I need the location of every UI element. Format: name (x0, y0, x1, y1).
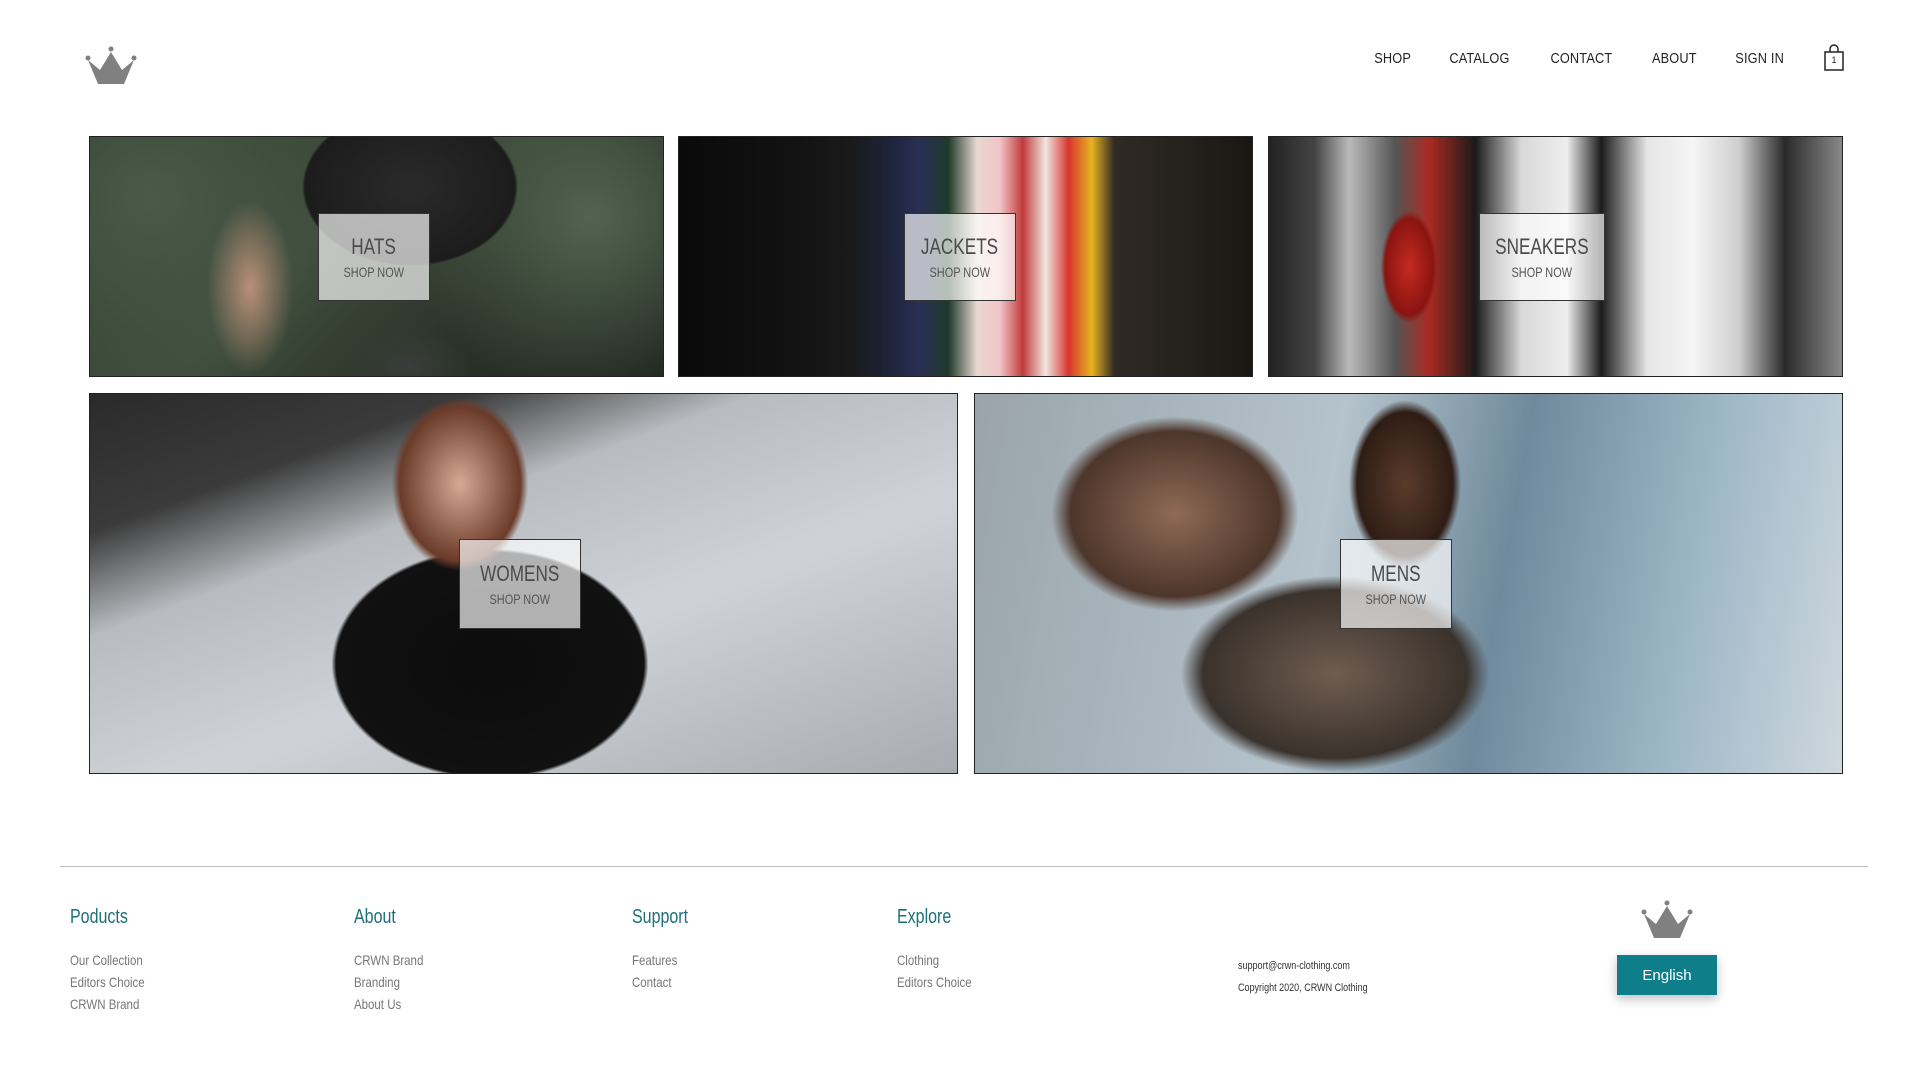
language-button[interactable]: English (1617, 955, 1717, 995)
footer-heading: Support (632, 906, 689, 928)
tile-label-box: WOMENS SHOP NOW (459, 539, 581, 629)
footer-link[interactable]: Our Collection (70, 949, 145, 971)
footer-link[interactable]: Branding (354, 971, 423, 993)
tile-label-box: JACKETS SHOP NOW (904, 213, 1016, 301)
footer-link[interactable]: Clothing (897, 949, 972, 971)
crown-logo-icon[interactable] (84, 44, 138, 88)
footer-link[interactable]: Features (632, 949, 689, 971)
tile-shop-now: SHOP NOW (1511, 264, 1573, 280)
footer-divider (60, 866, 1868, 867)
footer-link[interactable]: Editors Choice (897, 971, 972, 993)
category-tile-mens[interactable]: MENS SHOP NOW (974, 393, 1843, 774)
cart-button[interactable]: 1 (1822, 44, 1846, 72)
copyright-text: Copyright 2020, CRWN Clothing (1238, 982, 1368, 994)
footer-column-explore: Explore Clothing Editors Choice (897, 906, 988, 993)
category-tile-womens[interactable]: WOMENS SHOP NOW (89, 393, 958, 774)
footer-heading: Explore (897, 906, 952, 928)
tile-title: SNEAKERS (1495, 234, 1589, 259)
nav-contact[interactable]: CONTACT (1551, 50, 1613, 67)
tile-label-box: MENS SHOP NOW (1340, 539, 1452, 629)
footer-link[interactable]: CRWN Brand (354, 949, 423, 971)
nav-shop[interactable]: SHOP (1374, 50, 1411, 67)
footer-link[interactable]: About Us (354, 993, 423, 1015)
tile-label-box: SNEAKERS SHOP NOW (1479, 213, 1605, 301)
footer-column-about: About CRWN Brand Branding About Us (354, 906, 439, 1015)
category-tile-hats[interactable]: HATS SHOP NOW (89, 136, 664, 377)
nav-about[interactable]: ABOUT (1652, 50, 1697, 67)
footer-crown-logo-icon (1641, 900, 1693, 938)
footer-column-products: Poducts Our Collection Editors Choice CR… (70, 906, 161, 1015)
cart-count: 1 (1831, 55, 1837, 65)
tile-title: MENS (1371, 561, 1421, 586)
footer-link[interactable]: CRWN Brand (70, 993, 145, 1015)
site-header: SHOP CATALOG CONTACT ABOUT SIGN IN 1 (0, 0, 1920, 110)
category-tile-sneakers[interactable]: SNEAKERS SHOP NOW (1268, 136, 1843, 377)
main-nav: SHOP CATALOG CONTACT ABOUT SIGN IN 1 (1371, 44, 1846, 72)
nav-catalog[interactable]: CATALOG (1450, 50, 1510, 67)
tile-title: JACKETS (921, 234, 999, 259)
tile-shop-now: SHOP NOW (929, 264, 991, 280)
footer-column-support: Support Features Contact (632, 906, 702, 993)
category-tile-jackets[interactable]: JACKETS SHOP NOW (678, 136, 1253, 377)
tile-shop-now: SHOP NOW (1365, 591, 1427, 607)
support-email[interactable]: support@crwn-clothing.com (1238, 955, 1368, 977)
footer-link[interactable]: Editors Choice (70, 971, 145, 993)
tile-title: WOMENS (480, 561, 560, 586)
tile-label-box: HATS SHOP NOW (318, 213, 430, 301)
tile-shop-now: SHOP NOW (343, 264, 405, 280)
tile-shop-now: SHOP NOW (489, 591, 551, 607)
footer-heading: About (354, 906, 396, 928)
tile-title: HATS (351, 234, 397, 259)
footer-heading: Poducts (70, 906, 128, 928)
footer-contact: support@crwn-clothing.com Copyright 2020… (1238, 955, 1396, 999)
footer-link[interactable]: Contact (632, 971, 689, 993)
nav-sign-in[interactable]: SIGN IN (1735, 50, 1784, 67)
